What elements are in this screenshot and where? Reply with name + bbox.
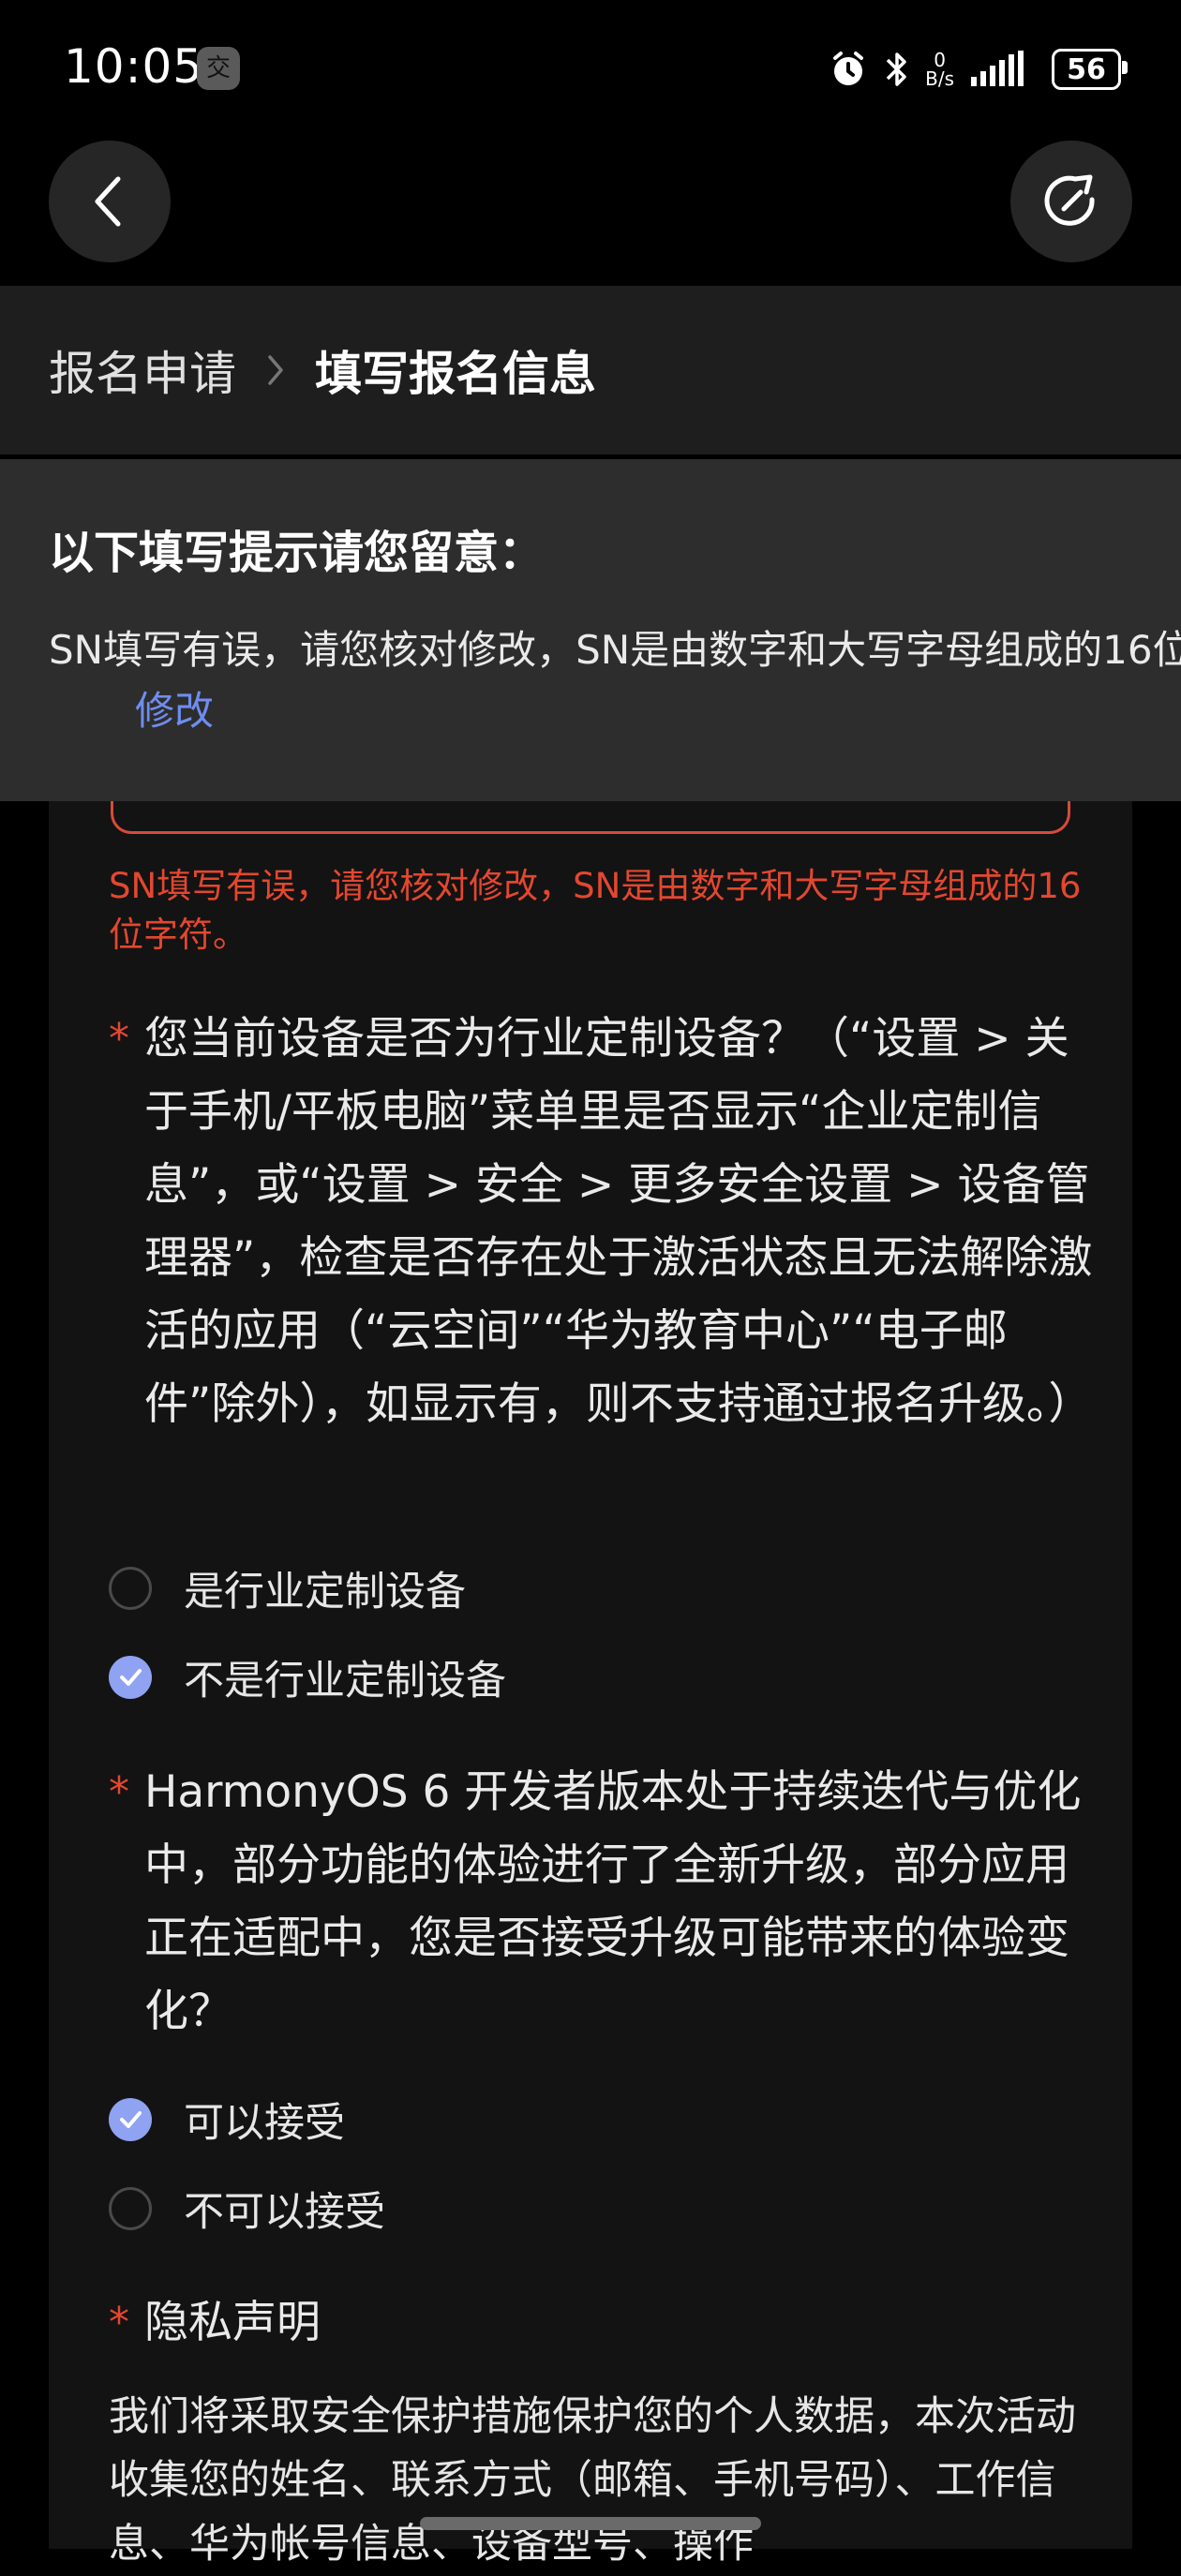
status-time: 10:05 [64,39,204,94]
option-label: 不是行业定制设备 [184,1658,506,1705]
sn-error-message: SN填写有误，请您核对修改，SN是由数字和大写字母组成的16位字符。 [109,866,1082,955]
option-not-custom-device[interactable]: 不是行业定制设备 [109,1649,506,1705]
bluetooth-icon [884,49,910,90]
option-accept[interactable]: 可以接受 [109,2092,345,2148]
tip-title: 以下填写提示请您留意： [49,527,545,579]
radio-checked[interactable] [109,2098,152,2141]
tip-panel: 以下填写提示请您留意： SN填写有误，请您核对修改，SN是由数字和大写字母组成的… [0,459,1181,801]
radio-unchecked[interactable] [109,1567,152,1610]
refresh-button[interactable] [1010,141,1132,262]
question-text: HarmonyOS 6 开发者版本处于持续迭代与优化中，部分功能的体验进行了全新… [144,1766,1082,2037]
net-speed-value: 0 [934,49,946,71]
check-icon [120,1669,142,1686]
option-not-accept[interactable]: 不可以接受 [109,2181,385,2237]
question-accept-changes: * HarmonyOS 6 开发者版本处于持续迭代与优化中，部分功能的体验进行了… [109,1756,1102,2048]
breadcrumb-item-current: 填写报名信息 [315,347,596,401]
chevron-right-icon [264,350,287,391]
home-indicator[interactable] [420,2517,761,2530]
refresh-icon [1044,174,1095,226]
battery-level: 56 [1067,52,1106,86]
check-icon [120,2111,142,2128]
tip-edit-link[interactable]: 修改 [135,679,214,737]
breadcrumb-item-apply[interactable]: 报名申请 [49,336,236,404]
option-label: 不可以接受 [184,2189,385,2236]
tip-message: SN填写有误，请您核对修改，SN是由数字和大写字母组成的16位字符。 [49,627,1181,673]
radio-checked[interactable] [109,1656,152,1699]
back-button[interactable] [49,141,171,262]
question-text: 您当前设备是否为行业定制设备？（“设置 > 关于手机/平板电脑”菜单里是否显示“… [144,1013,1093,1430]
battery-icon: 56 [1052,49,1128,90]
privacy-heading: 隐私声明 [144,2297,321,2348]
status-bar: 10:05 交 0 B/s 56 [0,0,1181,141]
net-speed: 0 B/s [925,51,954,88]
privacy-title: * 隐私声明 [109,2286,1102,2360]
breadcrumb: 报名申请 填写报名信息 [0,286,1181,454]
status-icons: 0 B/s 56 [828,45,1128,94]
required-mark: * [109,1768,129,1816]
option-label: 是行业定制设备 [184,1569,466,1616]
question-custom-device: * 您当前设备是否为行业定制设备？（“设置 > 关于手机/平板电脑”菜单里是否显… [109,1003,1102,1441]
option-is-custom-device[interactable]: 是行业定制设备 [109,1560,466,1616]
notification-app-icon: 交 [197,47,240,90]
option-label: 可以接受 [184,2100,345,2147]
alarm-icon [828,49,869,90]
chevron-left-icon [95,176,121,227]
signal-icon [969,51,1037,88]
required-mark: * [109,2299,129,2346]
net-speed-unit: B/s [925,67,954,90]
privacy-statement-text: 我们将采取安全保护措施保护您的个人数据，本次活动收集您的姓名、联系方式（邮箱、手… [109,2393,1076,2568]
required-mark: * [109,1015,129,1063]
radio-unchecked[interactable] [109,2187,152,2230]
